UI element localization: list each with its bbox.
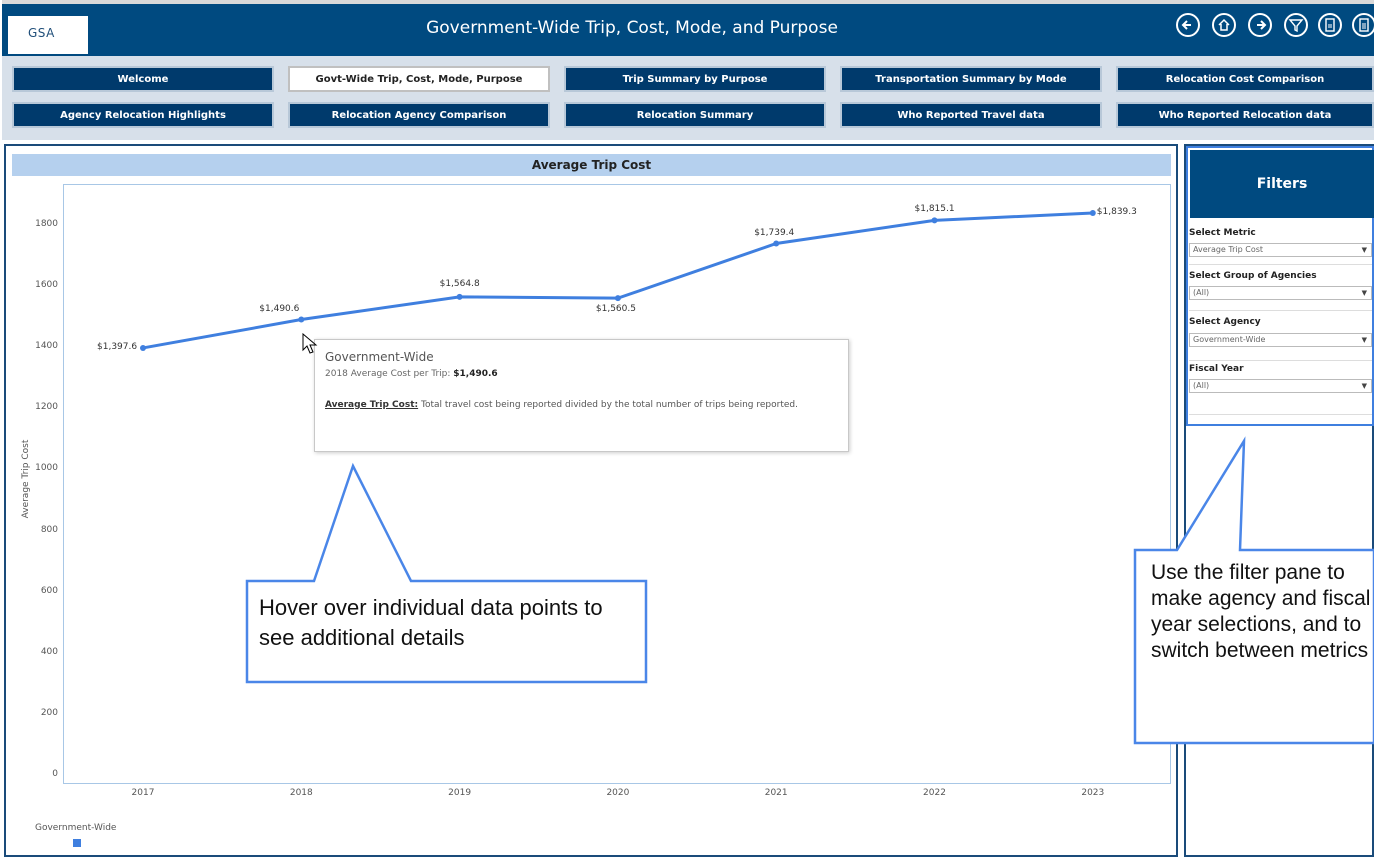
legend-swatch: [73, 839, 81, 847]
y-tick-label: 0: [52, 769, 58, 779]
x-tick-label: 2017: [131, 788, 155, 798]
chevron-down-icon: ▼: [1361, 289, 1367, 297]
back-arrow-icon[interactable]: [1176, 13, 1200, 37]
nav-area: Welcome Govt-Wide Trip, Cost, Mode, Purp…: [2, 56, 1374, 140]
select-agency-value: Government-Wide: [1193, 335, 1266, 344]
chart-title: Average Trip Cost: [12, 154, 1171, 176]
home-icon[interactable]: [1212, 13, 1236, 37]
filter-divider: [1189, 264, 1372, 265]
y-tick-label: 200: [40, 707, 58, 718]
fiscal-year-dropdown[interactable]: (All) ▼: [1189, 379, 1372, 393]
filter-icon[interactable]: [1284, 13, 1308, 37]
tooltip-definition-term: Average Trip Cost:: [325, 400, 419, 410]
x-tick-label: 2022: [923, 788, 946, 798]
mouse-pointer-icon: [302, 333, 318, 354]
filter-label-fiscal-year: Fiscal Year: [1189, 364, 1244, 374]
x-tick-label: 2023: [1081, 788, 1105, 798]
tooltip-definition-text: Total travel cost being reported divided…: [420, 400, 798, 410]
data-label: $1,739.4: [754, 227, 795, 238]
data-label: $1,564.8: [439, 278, 480, 289]
chevron-down-icon: ▼: [1361, 336, 1367, 344]
nav-who-reported-travel[interactable]: Who Reported Travel data: [840, 102, 1102, 128]
y-tick-label: 800: [40, 524, 58, 535]
filter-label-metric: Select Metric: [1189, 228, 1256, 238]
filter-label-agency: Select Agency: [1189, 317, 1261, 327]
callout-filter-text: Use the filter pane to make agency and f…: [1151, 561, 1371, 662]
y-tick-label: 1800: [35, 219, 58, 229]
legend-title: Government-Wide: [35, 823, 117, 833]
data-label: $1,490.6: [259, 303, 300, 314]
filter-divider: [1189, 310, 1372, 311]
y-tick-label: 600: [40, 585, 58, 596]
filter-divider: [1189, 360, 1372, 361]
tooltip-value-line: 2018 Average Cost per Trip: $1,490.6: [325, 369, 498, 379]
data-tooltip: Government-Wide 2018 Average Cost per Tr…: [314, 339, 849, 452]
select-agency-dropdown[interactable]: Government-Wide ▼: [1189, 333, 1372, 347]
select-group-dropdown[interactable]: (All) ▼: [1189, 286, 1372, 300]
data-label: $1,839.3: [1096, 206, 1137, 217]
tooltip-value: $1,490.6: [453, 369, 498, 379]
select-metric-value: Average Trip Cost: [1193, 245, 1264, 254]
filter-divider: [1189, 414, 1372, 415]
nav-welcome[interactable]: Welcome: [12, 66, 274, 92]
y-tick-label: 1600: [35, 280, 58, 291]
filters-heading: Filters: [1190, 150, 1374, 218]
data-label: $1,397.6: [97, 341, 138, 352]
plot-area: [63, 184, 1171, 784]
fiscal-year-value: (All): [1193, 381, 1210, 390]
header-bar: GSA Government-Wide Trip, Cost, Mode, an…: [2, 0, 1374, 56]
chevron-down-icon: ▼: [1361, 246, 1367, 254]
forward-arrow-icon[interactable]: [1248, 13, 1272, 37]
chevron-down-icon: ▼: [1361, 382, 1367, 390]
y-axis-label: Average Trip Cost: [21, 439, 31, 519]
y-tick-label: 1400: [35, 341, 58, 352]
data-label: $1,560.5: [595, 304, 636, 315]
y-tick-label: 1000: [35, 463, 58, 474]
dashboard-title: Government-Wide Trip, Cost, Mode, and Pu…: [426, 18, 838, 38]
nav-agency-relocation[interactable]: Agency Relocation Highlights: [12, 102, 274, 128]
y-tick-label: 1200: [35, 402, 58, 413]
x-tick-label: 2018: [289, 788, 313, 798]
nav-transportation-summary[interactable]: Transportation Summary by Mode: [840, 66, 1102, 92]
tooltip-title: Government-Wide: [325, 350, 434, 364]
x-tick-label: 2021: [764, 788, 788, 798]
y-tick-label: 400: [40, 646, 58, 657]
tooltip-definition: Average Trip Cost: Total travel cost bei…: [325, 400, 798, 410]
nav-govt-wide[interactable]: Govt-Wide Trip, Cost, Mode, Purpose: [288, 66, 550, 92]
tooltip-value-prefix: 2018 Average Cost per Trip:: [325, 369, 451, 379]
callout-hover-text: Hover over individual data points to see…: [259, 595, 603, 650]
x-tick-label: 2019: [448, 788, 472, 798]
select-group-value: (All): [1193, 288, 1210, 297]
nav-relocation-agency-comparison[interactable]: Relocation Agency Comparison: [288, 102, 550, 128]
nav-relocation-summary[interactable]: Relocation Summary: [564, 102, 826, 128]
csv-icon[interactable]: [1352, 13, 1374, 37]
filter-label-group: Select Group of Agencies: [1189, 271, 1317, 281]
x-tick-label: 2020: [606, 788, 630, 798]
nav-trip-summary[interactable]: Trip Summary by Purpose: [564, 66, 826, 92]
data-label: $1,815.1: [914, 204, 955, 215]
pdf-icon[interactable]: [1318, 13, 1342, 37]
nav-who-reported-relocation[interactable]: Who Reported Relocation data: [1116, 102, 1374, 128]
nav-relocation-cost[interactable]: Relocation Cost Comparison: [1116, 66, 1374, 92]
select-metric-dropdown[interactable]: Average Trip Cost ▼: [1189, 243, 1372, 257]
